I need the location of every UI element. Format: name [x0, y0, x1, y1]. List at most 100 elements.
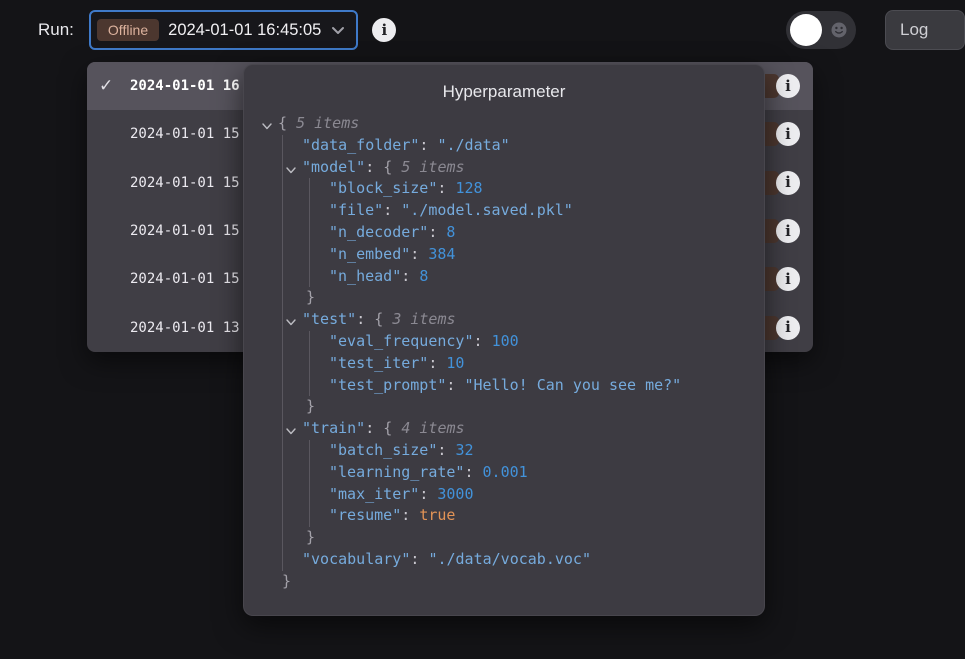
json-items-count: 4 items	[401, 419, 464, 437]
info-icon[interactable]: i	[776, 316, 800, 340]
json-line: "learning_rate": 0.001	[329, 462, 764, 484]
collapse-chevron-icon[interactable]	[285, 313, 299, 327]
json-colon: :	[410, 245, 428, 263]
json-value: 3000	[437, 485, 473, 503]
run-option-label: 2024-01-01 15	[130, 126, 240, 142]
json-line: "test_prompt": "Hello! Can you see me?"	[329, 375, 764, 397]
json-key: "batch_size"	[329, 441, 437, 459]
offline-status-badge: Offline	[97, 19, 159, 41]
json-value: 100	[492, 332, 519, 350]
json-key: "train"	[302, 419, 365, 437]
collapse-chevron-icon[interactable]	[261, 117, 275, 131]
top-bar: Run: Offline 2024-01-01 16:45:05 i Log	[0, 0, 965, 60]
info-icon[interactable]: i	[372, 18, 396, 42]
json-colon: :	[401, 506, 419, 524]
popover-title: Hyperparameter	[244, 65, 764, 102]
json-key: "learning_rate"	[329, 463, 464, 481]
json-key: "eval_frequency"	[329, 332, 474, 350]
selected-run-value: 2024-01-01 16:45:05	[168, 21, 321, 40]
smiley-face-icon	[831, 22, 847, 38]
json-line: "batch_size": 32	[329, 440, 764, 462]
json-close-brace-line: }	[282, 571, 764, 593]
json-colon: :	[401, 267, 419, 285]
toggle-knob[interactable]	[790, 14, 822, 46]
json-line: "resume": true	[329, 505, 764, 527]
json-items-count: 5 items	[296, 114, 359, 132]
json-line: "n_head": 8	[329, 266, 764, 288]
json-value: 8	[419, 267, 428, 285]
info-icon[interactable]: i	[776, 74, 800, 98]
json-colon: :	[464, 463, 482, 481]
run-option-label: 2024-01-01 13	[130, 320, 240, 336]
json-value: "./data/vocab.voc"	[428, 550, 591, 568]
json-colon: :	[419, 485, 437, 503]
json-value: "Hello! Can you see me?"	[464, 376, 681, 394]
json-line: "block_size": 128	[329, 178, 764, 200]
run-select-dropdown[interactable]: Offline 2024-01-01 16:45:05	[89, 10, 358, 50]
json-key: "n_decoder"	[329, 223, 428, 241]
app-root: { "header": { "run_label": "Run:", "sele…	[0, 0, 965, 659]
json-colon: :	[410, 550, 428, 568]
json-key: "n_embed"	[329, 245, 410, 263]
json-line: "vocabulary": "./data/vocab.voc"	[302, 549, 764, 571]
json-children-group: "block_size": 128"file": "./model.saved.…	[309, 178, 764, 287]
json-tree-view: { 5 items"data_folder": "./data""model":…	[244, 113, 764, 593]
json-colon: :	[437, 441, 455, 459]
json-colon: :	[446, 376, 464, 394]
hyperparameter-popover: Hyperparameter { 5 items"data_folder": "…	[243, 64, 765, 616]
json-key: "test_iter"	[329, 354, 428, 372]
run-option-label: 2024-01-01 15	[130, 175, 240, 191]
json-value: 0.001	[483, 463, 528, 481]
json-close-brace: }	[306, 397, 315, 415]
info-icon[interactable]: i	[776, 267, 800, 291]
json-close-brace-line: }	[306, 287, 764, 309]
info-icon[interactable]: i	[776, 171, 800, 195]
json-close-brace: }	[306, 288, 315, 306]
json-children-group: "batch_size": 32"learning_rate": 0.001"m…	[309, 440, 764, 527]
json-colon: :	[419, 136, 437, 154]
json-line: "test_iter": 10	[329, 353, 764, 375]
json-key: "test_prompt"	[329, 376, 446, 394]
json-key: "block_size"	[329, 179, 437, 197]
json-value: true	[419, 506, 455, 524]
json-close-brace-line: }	[306, 527, 764, 549]
json-items-count: 5 items	[401, 158, 464, 176]
json-colon: :	[365, 419, 383, 437]
json-close-brace-line: }	[306, 396, 764, 418]
json-line: "n_decoder": 8	[329, 222, 764, 244]
json-key: "max_iter"	[329, 485, 419, 503]
json-value: "./data"	[437, 136, 509, 154]
json-value: 10	[446, 354, 464, 372]
json-key: "n_head"	[329, 267, 401, 285]
json-line: { 5 items	[278, 113, 764, 135]
run-option-label: 2024-01-01 15	[130, 271, 240, 287]
json-key: "file"	[329, 201, 383, 219]
json-colon: :	[474, 332, 492, 350]
json-line: "file": "./model.saved.pkl"	[329, 200, 764, 222]
collapse-chevron-icon[interactable]	[285, 422, 299, 436]
json-colon: :	[437, 179, 455, 197]
json-value: 8	[446, 223, 455, 241]
json-key: "data_folder"	[302, 136, 419, 154]
json-close-brace: }	[306, 528, 315, 546]
json-line: "eval_frequency": 100	[329, 331, 764, 353]
json-line: "test": { 3 items	[302, 309, 764, 331]
log-button[interactable]: Log	[885, 10, 965, 50]
json-value: 32	[455, 441, 473, 459]
info-icon[interactable]: i	[776, 122, 800, 146]
run-option-label: 2024-01-01 15	[130, 223, 240, 239]
json-colon: :	[356, 310, 374, 328]
top-right-controls: Log	[786, 10, 965, 50]
json-line: "data_folder": "./data"	[302, 135, 764, 157]
info-icon[interactable]: i	[776, 219, 800, 243]
json-open-brace: {	[383, 419, 401, 437]
json-line: "max_iter": 3000	[329, 484, 764, 506]
json-open-brace: {	[374, 310, 392, 328]
theme-toggle[interactable]	[786, 11, 856, 49]
chevron-down-icon	[330, 22, 346, 38]
collapse-chevron-icon[interactable]	[285, 161, 299, 175]
json-line: "train": { 4 items	[302, 418, 764, 440]
json-line: "model": { 5 items	[302, 157, 764, 179]
json-colon: :	[383, 201, 401, 219]
json-children-group: "eval_frequency": 100"test_iter": 10"tes…	[309, 331, 764, 396]
